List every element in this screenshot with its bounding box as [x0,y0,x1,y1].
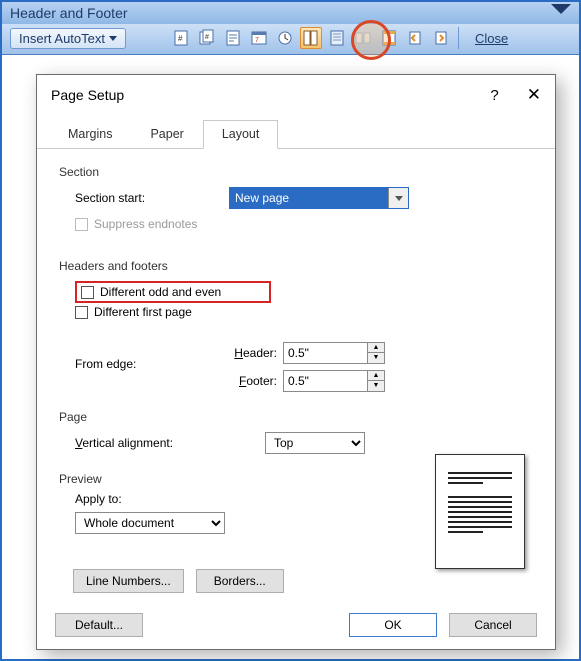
toolbar-close-button[interactable]: Close [469,31,514,46]
header-label: Header: [229,346,277,360]
header-input[interactable] [283,342,367,364]
footer-input[interactable] [283,370,367,392]
headers-footers-group-label: Headers and footers [59,259,533,273]
footer-spinner[interactable]: ▲▼ [283,370,385,392]
num-pages-icon[interactable]: # [196,27,218,49]
caret-down-icon [109,36,117,41]
annotation-highlight-box: Different odd and even [75,281,271,303]
show-prev-icon[interactable] [404,27,426,49]
line-numbers-button[interactable]: Line Numbers... [73,569,184,593]
header-spinner[interactable]: ▲▼ [283,342,385,364]
page-setup-icon[interactable] [300,27,322,49]
page-setup-dialog: Page Setup ? ✕ Margins Paper Layout Sect… [36,74,556,650]
preview-thumbnail [435,454,525,569]
toolbar: Insert AutoText # # 7 Close [2,24,579,55]
page-number-icon[interactable]: # [170,27,192,49]
suppress-endnotes-checkbox: Suppress endnotes [75,217,197,231]
show-hide-doc-icon[interactable] [326,27,348,49]
close-button[interactable]: ✕ [527,85,541,105]
checkbox-icon [81,286,94,299]
toolbar-title: Header and Footer [2,2,579,24]
show-next-icon[interactable] [430,27,452,49]
vertical-alignment-label: Vertical alignment: [75,436,229,450]
dialog-title: Page Setup [51,87,124,103]
tab-margins[interactable]: Margins [49,120,131,149]
section-start-dropdown[interactable]: New page [229,187,409,209]
apply-to-dropdown[interactable]: Whole document [75,512,225,534]
spin-up-icon[interactable]: ▲ [368,371,384,382]
checkbox-icon [75,306,88,319]
tab-paper[interactable]: Paper [131,120,202,149]
spin-up-icon[interactable]: ▲ [368,343,384,354]
same-as-prev-icon[interactable] [352,27,374,49]
ok-button[interactable]: OK [349,613,437,637]
default-button[interactable]: Default... [55,613,143,637]
insert-autotext-button[interactable]: Insert AutoText [10,28,126,49]
svg-text:#: # [205,34,209,41]
help-button[interactable]: ? [490,87,498,104]
spin-down-icon[interactable]: ▼ [368,381,384,391]
format-page-num-icon[interactable] [222,27,244,49]
borders-button[interactable]: Borders... [196,569,284,593]
from-edge-label: From edge: [75,357,229,371]
different-first-page-checkbox[interactable]: Different first page [75,305,192,319]
checkbox-icon [75,218,88,231]
separator [458,27,459,49]
section-start-label: Section start: [75,191,229,205]
cancel-button[interactable]: Cancel [449,613,537,637]
tab-layout[interactable]: Layout [203,120,279,149]
section-group-label: Section [59,165,533,179]
svg-text:#: # [178,34,183,43]
footer-label: Footer: [229,374,277,388]
collapse-arrow-icon[interactable] [551,4,571,14]
svg-text:7: 7 [255,37,259,44]
tab-bar: Margins Paper Layout [37,119,555,149]
different-odd-even-checkbox[interactable]: Different odd and even [81,285,221,299]
time-icon[interactable] [274,27,296,49]
spin-down-icon[interactable]: ▼ [368,353,384,363]
page-group-label: Page [59,410,533,424]
date-icon[interactable]: 7 [248,27,270,49]
switch-hf-icon[interactable] [378,27,400,49]
vertical-alignment-dropdown[interactable]: Top [265,432,365,454]
chevron-down-icon [388,188,408,208]
